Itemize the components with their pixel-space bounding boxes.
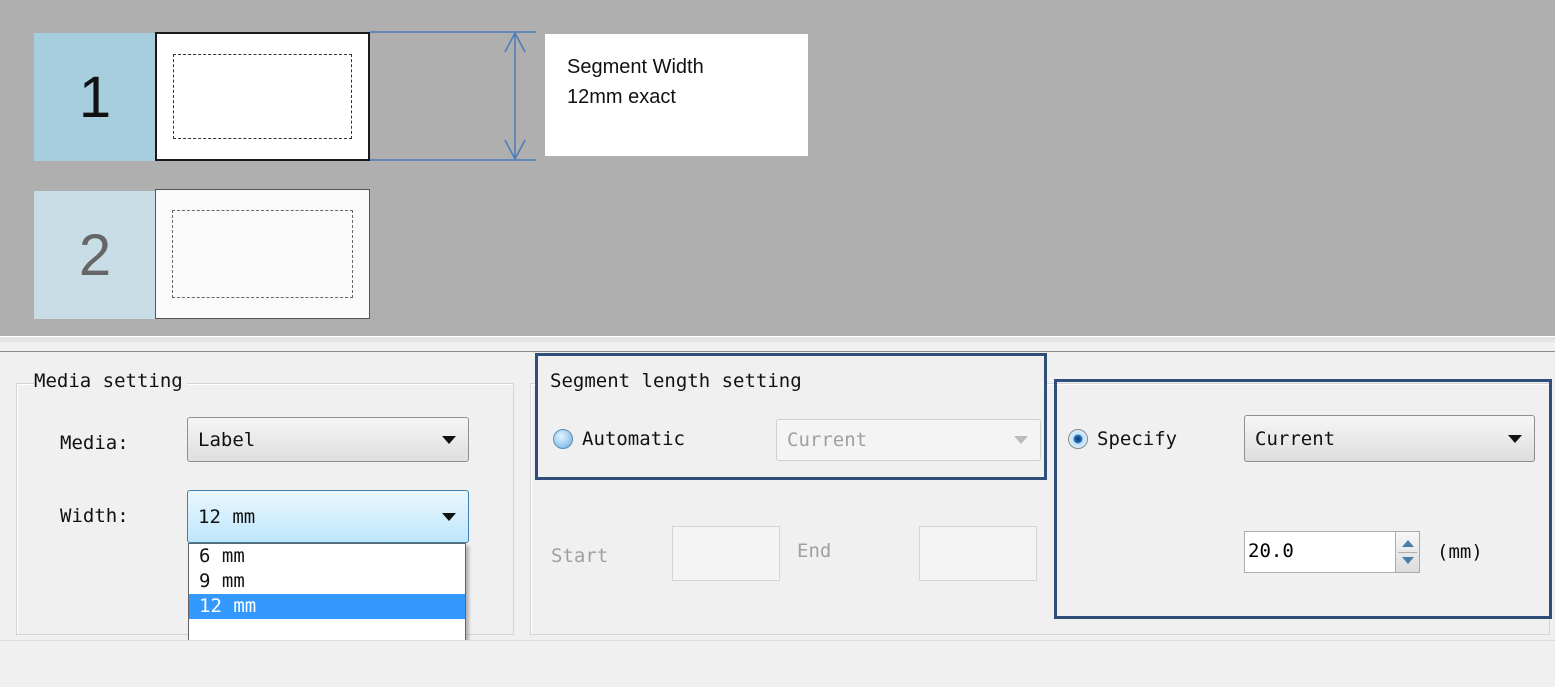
segment-2-number: 2	[34, 191, 156, 319]
segment-preview-area: 1 2 Segment Width 12mm exact	[0, 0, 1555, 336]
specify-combo-value: Current	[1255, 427, 1336, 450]
chevron-down-icon	[442, 435, 456, 444]
width-option-9mm[interactable]: 9 mm	[189, 569, 465, 594]
automatic-label[interactable]: Automatic	[582, 428, 685, 450]
width-option-12mm[interactable]: 12 mm	[189, 594, 465, 619]
chevron-down-icon	[1508, 434, 1522, 443]
length-input[interactable]: 20.0	[1244, 531, 1396, 573]
segment-length-title: Segment length setting	[550, 370, 802, 392]
segment-width-callout: Segment Width 12mm exact	[545, 34, 808, 156]
segment-1-number: 1	[34, 33, 156, 161]
media-combo-value: Label	[198, 428, 256, 451]
width-combo[interactable]: 12 mm	[187, 490, 469, 543]
segment-2-label[interactable]	[155, 189, 370, 319]
end-field[interactable]	[919, 526, 1037, 581]
segment-2-print-area	[172, 210, 353, 298]
callout-line-2: 12mm exact	[567, 86, 676, 108]
start-field[interactable]	[672, 526, 780, 581]
media-combo[interactable]: Label	[187, 417, 469, 462]
specify-radio[interactable]	[1068, 429, 1088, 449]
panel-divider-line	[0, 351, 1555, 352]
segment-1-label[interactable]	[155, 32, 370, 161]
media-label: Media:	[60, 432, 129, 454]
unit-label: (mm)	[1437, 541, 1483, 563]
specify-combo[interactable]: Current	[1244, 415, 1535, 462]
width-option-6mm[interactable]: 6 mm	[189, 544, 465, 569]
spin-up-icon[interactable]	[1402, 540, 1414, 547]
automatic-combo[interactable]: Current	[776, 419, 1041, 461]
specify-label[interactable]: Specify	[1097, 428, 1177, 450]
panel-divider	[0, 336, 1555, 342]
spin-down-icon[interactable]	[1402, 557, 1414, 564]
start-label: Start	[551, 545, 609, 567]
chevron-down-icon	[442, 512, 456, 521]
media-setting-title: Media setting	[34, 370, 187, 392]
automatic-combo-value: Current	[787, 429, 868, 451]
width-dropdown-list: 6 mm 9 mm 12 mm	[188, 543, 466, 644]
segment-1-print-area	[173, 54, 352, 139]
width-label: Width:	[60, 505, 129, 527]
automatic-radio[interactable]	[553, 429, 573, 449]
length-spinner[interactable]	[1395, 531, 1420, 573]
end-label: End	[797, 540, 832, 562]
width-dimension-arrow	[370, 31, 536, 161]
status-bar	[0, 640, 1555, 687]
width-combo-value: 12 mm	[198, 505, 256, 528]
callout-line-1: Segment Width	[567, 56, 704, 78]
chevron-down-icon	[1014, 436, 1028, 444]
